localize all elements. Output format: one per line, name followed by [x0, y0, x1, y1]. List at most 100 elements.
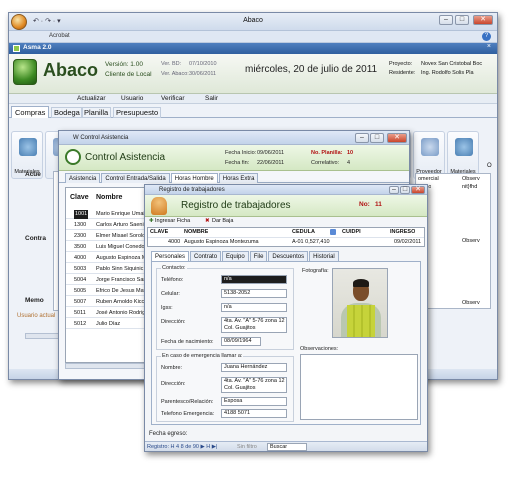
tab-presupuesto[interactable]: Presupuesto	[113, 107, 162, 118]
col-nombre: Nombre	[96, 194, 123, 201]
registro-table: CLAVE NOMBRE CEDULA CUIDPI INGRESO 4000 …	[147, 227, 425, 247]
registro-toolbar: ✚ Ingresar Ficha ✖ Dar Baja	[145, 217, 427, 226]
row-clave: 5003	[74, 266, 87, 272]
row-nombre: Julio Díaz	[96, 321, 121, 327]
telefono-label: Teléfono:	[161, 277, 184, 283]
tab-descuentos[interactable]: Descuentos	[268, 251, 309, 261]
fotografia-label: Fotografía:	[302, 268, 329, 274]
materiales2-button[interactable]: Materiales	[447, 131, 479, 179]
doc-tab-label[interactable]: Asma 2.0	[23, 44, 52, 51]
nav-record[interactable]: Registro: H 4 8 de 90 ▶ H ▶|	[147, 444, 217, 450]
table-row[interactable]: 1001 Mario Enrique Umai	[66, 210, 150, 219]
dar-baja-button[interactable]: Dar Baja	[212, 218, 233, 224]
contacto-heading: Contacto:	[161, 265, 187, 271]
table-row[interactable]: 5011 José Antonio Rodrig	[66, 309, 150, 318]
col-cedula-h: CEDULA	[292, 229, 315, 235]
table-row[interactable]: 3500 Luis Miguel Conedo	[66, 243, 150, 252]
table-row[interactable]: 5003 Pablo Sinn Siquinic	[66, 265, 150, 274]
worker-photo[interactable]	[332, 268, 388, 338]
ver-bd-label: Ver. BD:	[161, 61, 182, 67]
asistencia-maximize[interactable]: □	[370, 133, 384, 143]
emergencia-group: En caso de emergencia llamar a: Nombre: …	[156, 353, 294, 422]
table-row[interactable]: 5012 Julio Díaz	[66, 320, 150, 329]
tab-control-entrada[interactable]: Control Entrada/Salida	[101, 173, 170, 183]
header-banner: Abaco Versión: 1.00 Cliente de Local Ver…	[9, 54, 497, 94]
table-row[interactable]: 5007 Ruben Arnoldo Kicc	[66, 298, 150, 307]
e-tel-field[interactable]: 4188 5071	[221, 409, 287, 418]
table-row[interactable]: 4000 Augusto Espinoza Montezuma A-01 0,5…	[148, 237, 424, 246]
registro-close[interactable]: ✕	[411, 186, 425, 194]
row-nombre: Efrico De Jesus Mati	[96, 288, 147, 294]
memo-label: Memo	[25, 297, 44, 304]
planilla-value: 10	[347, 150, 354, 156]
observaciones-field[interactable]	[300, 354, 418, 420]
direccion-field[interactable]: 4ta. Av. "A" 5-76 zona 12 Col. Guajitos	[221, 317, 287, 333]
proveedor-button[interactable]: Proveedor	[413, 131, 445, 179]
e-parentesco-label: Parentesco/Relación:	[161, 399, 214, 405]
table-row[interactable]: 2300 Elmer Misael Sorolo	[66, 232, 150, 241]
registro-no-value: 11	[375, 201, 382, 208]
e-tel-label: Telefono Emergencia:	[161, 411, 215, 417]
fecha-fin-value: 22/06/2011	[257, 160, 285, 166]
rp-col1: omercial	[418, 176, 439, 182]
tab-equipo[interactable]: Equipo	[222, 251, 249, 261]
ingresar-icon: ✚	[149, 218, 154, 224]
tab-horas-extra[interactable]: Horas Extra	[218, 173, 259, 183]
correlativo-value: 4	[347, 160, 351, 166]
asistencia-scrollbar[interactable]	[65, 363, 149, 369]
minimize-button[interactable]: –	[439, 15, 453, 25]
row-ingreso: 09/02/2011	[394, 239, 422, 245]
asistencia-minimize[interactable]: –	[355, 133, 369, 143]
asistencia-close[interactable]: ✕	[387, 133, 407, 143]
e-dir-field[interactable]: 4ta. Av. "A" 5-76 zona 12 Col. Guajitos	[221, 377, 287, 393]
buscar-field[interactable]: Buscar	[267, 443, 307, 451]
menu-actualizar[interactable]: Actualizar	[77, 95, 106, 102]
tab-compras[interactable]: Compras	[11, 106, 50, 118]
row-nombre: Carlos Arturo Saeni	[96, 222, 144, 228]
row-cedula: A-01 0,527,410	[292, 239, 330, 245]
tab-horas-hombre[interactable]: Horas Hombre	[170, 173, 218, 183]
table-row[interactable]: 4000 Augusto Espinoza M	[66, 254, 150, 263]
table-row[interactable]: 5005 Efrico De Jesus Mati	[66, 287, 150, 296]
tab-bodega[interactable]: Bodega	[51, 107, 83, 118]
tab-contrato[interactable]: Contrato	[190, 251, 222, 261]
asistencia-window-title: W Control Asistencia	[73, 135, 129, 141]
close-button[interactable]: ✕	[473, 15, 493, 25]
asistencia-title: Control Asistencia	[85, 152, 166, 163]
menu-usuario[interactable]: Usuario	[121, 95, 143, 102]
ingresar-button[interactable]: Ingresar Ficha	[155, 218, 190, 224]
help-icon[interactable]: ?	[482, 32, 491, 41]
tab-personales[interactable]: Personales	[151, 251, 190, 261]
e-parentesco-field[interactable]: Esposa	[221, 397, 287, 406]
registro-titlebar: Registro de trabajadores – □ ✕	[145, 185, 427, 195]
ver-abaco-label: Ver. Abaco:	[161, 71, 189, 77]
row-clave: 4000	[74, 255, 87, 261]
registro-maximize[interactable]: □	[400, 186, 410, 194]
tab-planilla[interactable]: Planilla	[81, 107, 112, 118]
residente-value: Ing. Rodolfo Solis Pla	[421, 70, 474, 76]
row-nombre: Ruben Arnoldo Kicc	[96, 299, 145, 305]
e-nombre-field[interactable]: Juana Hernández	[221, 363, 287, 372]
igss-field[interactable]: n/a	[221, 303, 287, 312]
tab-file[interactable]: File	[249, 251, 268, 261]
registro-minimize[interactable]: –	[389, 186, 399, 194]
table-row[interactable]: 5004 Jorge Francisco San	[66, 276, 150, 285]
menu-salir[interactable]: Salir	[205, 95, 218, 102]
sin-filtro[interactable]: Sin filtro	[237, 444, 257, 450]
col-ingreso-h: INGRESO	[390, 229, 416, 235]
proyecto-value: Novex San Cristobal Boc	[421, 61, 483, 67]
doc-close-icon[interactable]: ×	[487, 43, 491, 50]
contra-label: Contra	[25, 235, 46, 242]
maximize-button[interactable]: □	[455, 15, 469, 25]
telefono-field[interactable]: n/a	[221, 275, 287, 284]
doc-tab-icon	[13, 45, 20, 52]
menu-verificar[interactable]: Verificar	[161, 95, 184, 102]
tab-asistencia[interactable]: Asistencia	[65, 173, 101, 183]
table-row[interactable]: 1300 Carlos Arturo Saeni	[66, 221, 150, 230]
celular-field[interactable]: 5138-2052	[221, 289, 287, 298]
sort-icon[interactable]	[330, 229, 336, 235]
current-date: miércoles, 20 de julio de 2011	[245, 64, 378, 75]
rp-r2c2: Observ	[462, 238, 480, 244]
nacimiento-field[interactable]: 08/09/1964	[221, 337, 261, 346]
tab-historial[interactable]: Historial	[309, 251, 339, 261]
